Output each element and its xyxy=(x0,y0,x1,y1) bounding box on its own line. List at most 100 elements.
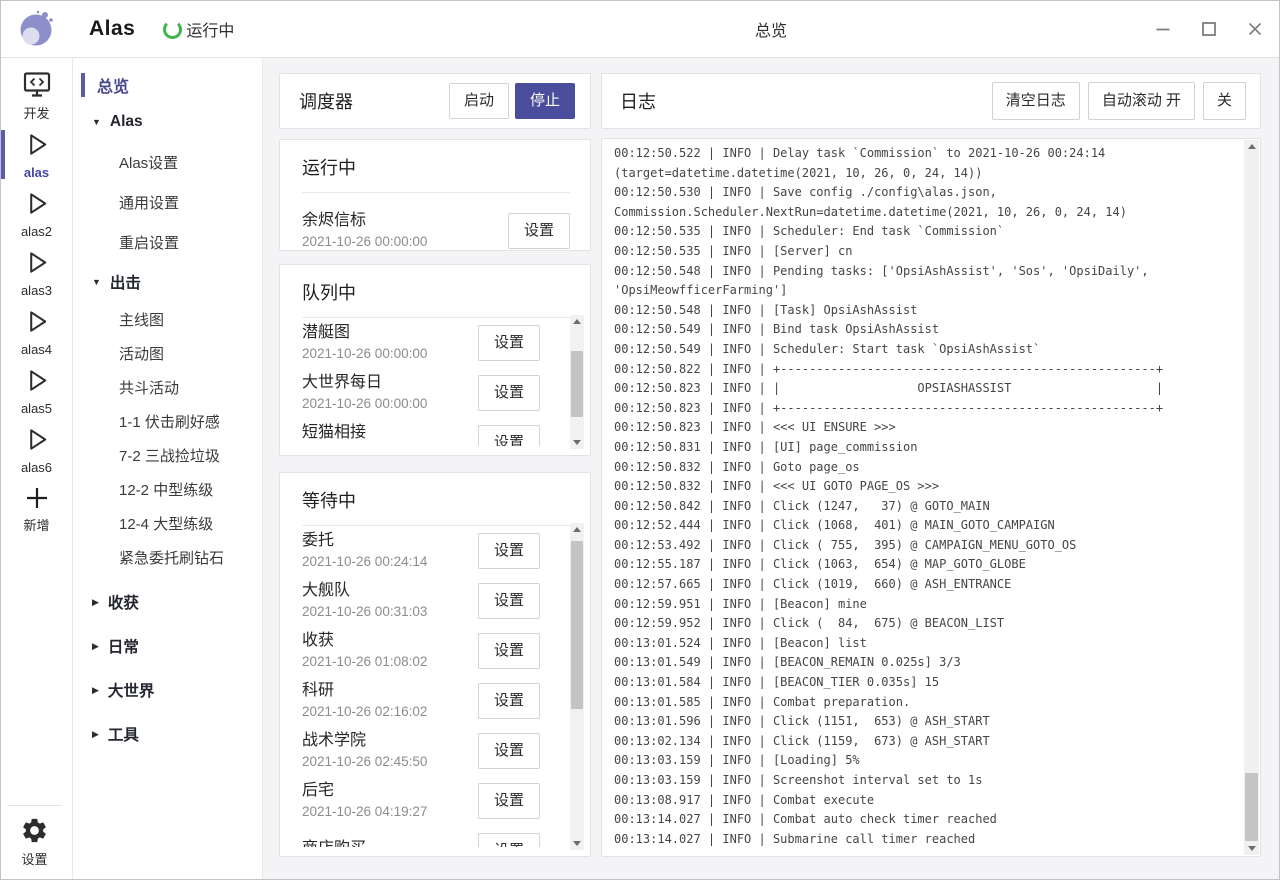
log-scrollbar xyxy=(1244,140,1259,855)
rail-item-alas5[interactable]: alas5 xyxy=(1,361,72,420)
menu-item-1-1[interactable]: 1-1 伏击刷好感 xyxy=(73,404,262,438)
task-setting-button[interactable]: 设置 xyxy=(478,425,540,446)
menu-group-attack[interactable]: ▼ 出击 xyxy=(73,262,262,302)
menu-item-7-2[interactable]: 7-2 三战捡垃圾 xyxy=(73,438,262,472)
titlebar: Alas 运行中 总览 xyxy=(1,1,1279,58)
rail-item-label: alas2 xyxy=(21,225,52,238)
waiting-card: 等待中 委托 2021-10-26 00:24:14 设置 大舰队 xyxy=(279,472,591,857)
task-info: 大舰队 2021-10-26 00:31:03 xyxy=(302,582,427,619)
task-time: 2021-10-26 01:08:02 xyxy=(302,655,427,670)
menu-item-restart-settings[interactable]: 重启设置 xyxy=(73,222,262,262)
menu-item-12-4[interactable]: 12-4 大型练级 xyxy=(73,506,262,540)
task-row: 潜艇图 2021-10-26 00:00:00 设置 xyxy=(302,318,540,368)
menu-item-alas-settings[interactable]: Alas设置 xyxy=(73,142,262,182)
task-time: 2021-10-26 04:19:27 xyxy=(302,805,427,820)
menu-item-urgent-commission[interactable]: 紧急委托刷钻石 xyxy=(73,540,262,574)
menu-item-label: 通用设置 xyxy=(119,192,179,213)
menu-group-label: 出击 xyxy=(110,271,141,293)
gear-icon xyxy=(20,816,49,850)
task-name: 后宅 xyxy=(302,782,427,800)
scrollbar-thumb[interactable] xyxy=(571,541,583,709)
menu-item-label: 12-4 大型练级 xyxy=(119,513,213,534)
menu-item-label: 紧急委托刷钻石 xyxy=(119,547,224,568)
maximize-button[interactable] xyxy=(1199,19,1219,39)
clear-log-button[interactable]: 清空日志 xyxy=(992,82,1080,120)
task-info: 委托 2021-10-26 00:24:14 xyxy=(302,532,427,569)
play-icon xyxy=(23,249,51,281)
start-button[interactable]: 启动 xyxy=(449,83,509,119)
task-time: 2021-10-26 00:00:00 xyxy=(302,397,427,412)
menu-item-label: Alas设置 xyxy=(119,152,178,173)
chevron-right-icon: ▶ xyxy=(92,729,99,740)
minimize-button[interactable] xyxy=(1153,19,1173,39)
task-time: 2021-10-26 00:00:00 xyxy=(302,347,427,362)
menu-group-tools[interactable]: ▶ 工具 xyxy=(73,712,262,756)
task-setting-button[interactable]: 设置 xyxy=(508,213,570,249)
menu-group-label: 日常 xyxy=(108,635,139,657)
menu-group-reward[interactable]: ▶ 收获 xyxy=(73,580,262,624)
scroll-down-arrow[interactable] xyxy=(570,436,584,449)
scroll-down-arrow[interactable] xyxy=(570,837,584,850)
rail-item-dev[interactable]: 开发 xyxy=(1,66,72,125)
rail-bottom: 设置 xyxy=(7,805,62,879)
menu-item-label: 共斗活动 xyxy=(119,377,179,398)
menu-group-alas[interactable]: ▼ Alas xyxy=(73,102,262,142)
rail-item-alas2[interactable]: alas2 xyxy=(1,184,72,243)
chevron-right-icon: ▶ xyxy=(92,597,99,608)
menu-item-12-2[interactable]: 12-2 中型练级 xyxy=(73,472,262,506)
waiting-title: 等待中 xyxy=(302,487,570,526)
chevron-down-icon: ▼ xyxy=(92,277,101,287)
task-setting-button[interactable]: 设置 xyxy=(478,733,540,769)
task-info: 战术学院 2021-10-26 02:45:50 xyxy=(302,732,427,769)
running-title: 运行中 xyxy=(302,154,570,193)
scroll-up-arrow[interactable] xyxy=(570,315,584,328)
autoscroll-off-button[interactable]: 关 xyxy=(1203,82,1246,120)
running-status-label: 运行中 xyxy=(186,17,234,41)
plus-icon xyxy=(24,485,50,516)
task-row: 商店购买 设置 xyxy=(302,826,540,847)
alas-logo-icon xyxy=(15,7,59,51)
scroll-up-arrow[interactable] xyxy=(570,523,584,536)
play-icon xyxy=(23,308,51,340)
scrollbar-thumb[interactable] xyxy=(571,351,583,417)
task-info: 短猫相接 2021-10-26 00:00:00 xyxy=(302,424,427,446)
running-card: 运行中 余烬信标 2021-10-26 00:00:00 设置 xyxy=(279,139,591,251)
scrollbar-thumb[interactable] xyxy=(1245,773,1258,841)
scroll-up-arrow[interactable] xyxy=(1244,140,1259,153)
scroll-down-arrow[interactable] xyxy=(1244,842,1259,855)
rail-item-alas3[interactable]: alas3 xyxy=(1,243,72,302)
rail-item-add[interactable]: 新增 xyxy=(1,479,72,538)
task-name: 委托 xyxy=(302,532,427,550)
log-panel: 00:12:50.522 | INFO | Delay task `Commis… xyxy=(601,138,1261,857)
menu-item-main-chapter[interactable]: 主线图 xyxy=(73,302,262,336)
rail-item-settings[interactable]: 设置 xyxy=(7,815,62,867)
log-title: 日志 xyxy=(620,88,992,114)
task-name: 余烬信标 xyxy=(302,212,427,230)
menu-item-general-settings[interactable]: 通用设置 xyxy=(73,182,262,222)
task-setting-button[interactable]: 设置 xyxy=(478,375,540,411)
task-setting-button[interactable]: 设置 xyxy=(478,533,540,569)
rail-item-alas[interactable]: alas xyxy=(1,125,72,184)
menu-group-opsi[interactable]: ▶ 大世界 xyxy=(73,668,262,712)
task-setting-button[interactable]: 设置 xyxy=(478,583,540,619)
menu-item-event[interactable]: 活动图 xyxy=(73,336,262,370)
menu-item-raid[interactable]: 共斗活动 xyxy=(73,370,262,404)
task-setting-button[interactable]: 设置 xyxy=(478,783,540,819)
menu-item-overview[interactable]: 总览 xyxy=(73,68,262,102)
waiting-scrollbar xyxy=(570,523,584,850)
task-setting-button[interactable]: 设置 xyxy=(478,833,540,847)
rail-item-alas6[interactable]: alas6 xyxy=(1,420,72,479)
task-setting-button[interactable]: 设置 xyxy=(478,683,540,719)
menu-group-label: 工具 xyxy=(108,723,139,745)
menu-group-daily[interactable]: ▶ 日常 xyxy=(73,624,262,668)
autoscroll-toggle-button[interactable]: 自动滚动 开 xyxy=(1088,82,1195,120)
rail-item-label: alas5 xyxy=(21,402,52,415)
task-row: 短猫相接 2021-10-26 00:00:00 设置 xyxy=(302,418,540,446)
rail-item-alas4[interactable]: alas4 xyxy=(1,302,72,361)
task-setting-button[interactable]: 设置 xyxy=(478,633,540,669)
close-button[interactable] xyxy=(1245,19,1265,39)
task-info: 商店购买 xyxy=(302,840,366,847)
stop-button[interactable]: 停止 xyxy=(515,83,575,119)
task-setting-button[interactable]: 设置 xyxy=(478,325,540,361)
task-row: 收获 2021-10-26 01:08:02 设置 xyxy=(302,626,540,676)
